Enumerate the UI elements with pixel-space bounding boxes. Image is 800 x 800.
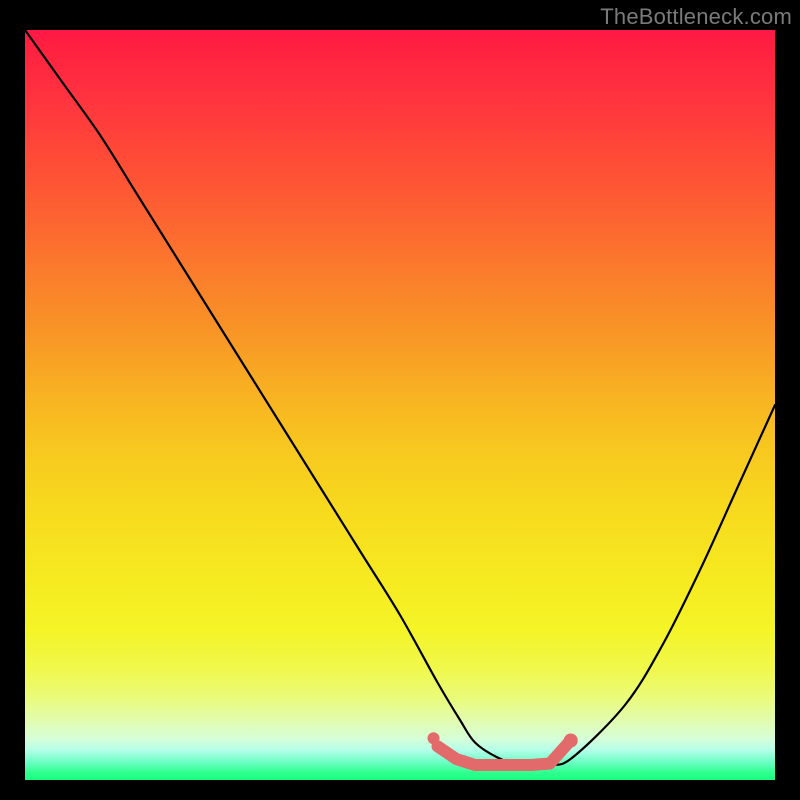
bottleneck-curve [25, 30, 775, 766]
chart-svg [25, 30, 775, 780]
trough-marker [428, 732, 578, 765]
watermark-text: TheBottleneck.com [600, 4, 792, 30]
